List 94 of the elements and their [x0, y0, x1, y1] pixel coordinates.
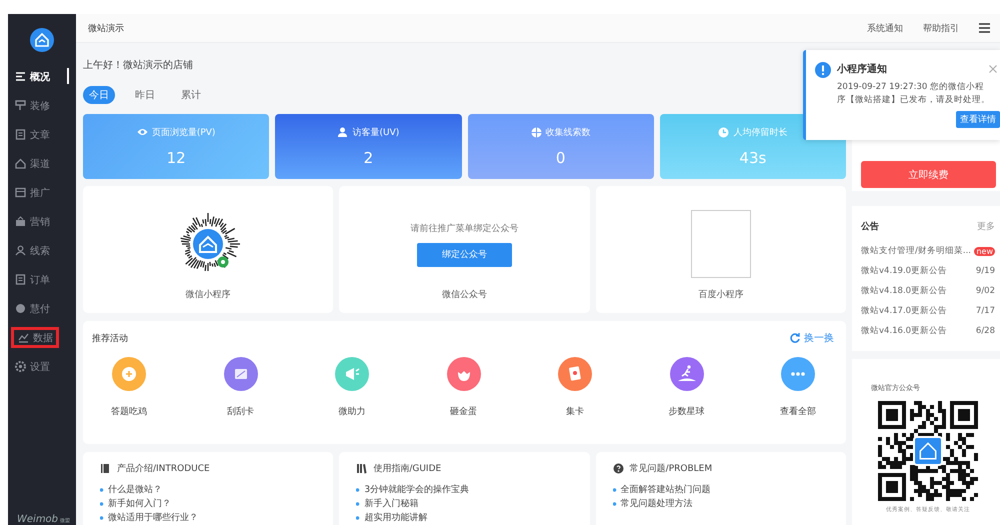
period-tab[interactable]: 昨日: [129, 86, 161, 104]
activity-label: 答题吃鸡: [111, 406, 147, 418]
activity-item[interactable]: 答题吃鸡: [99, 357, 159, 418]
activity-label: 微助力: [338, 406, 366, 418]
more-dots-icon: [781, 357, 815, 391]
board-icon: [15, 187, 26, 198]
view-details-button[interactable]: 查看详情: [956, 111, 1000, 128]
channel-label: 百度小程序: [698, 288, 744, 301]
line-chart-icon: [18, 332, 29, 343]
section-title: 公告: [861, 220, 879, 233]
announcement-link[interactable]: 微站v4.19.0更新公告: [861, 265, 948, 277]
announcement-link[interactable]: 微站v4.16.0更新公告: [861, 325, 948, 337]
sidebar-item[interactable]: 装修: [11, 95, 59, 116]
clock-icon: [718, 127, 730, 138]
running-figure-icon: [670, 357, 704, 391]
sidebar-item[interactable]: 渠道: [11, 153, 59, 174]
egg-icon: [446, 357, 480, 391]
announcement-date: 7/17: [976, 306, 995, 316]
book-icon: [100, 463, 111, 474]
announcement-link[interactable]: 微站v4.17.0更新公告: [861, 305, 948, 317]
globe-icon: [530, 127, 542, 138]
stat-value: 0: [556, 149, 566, 167]
header-link[interactable]: 系统通知: [867, 22, 903, 34]
activity-item[interactable]: 集卡: [545, 357, 605, 418]
announcement-date: 9/19: [976, 266, 995, 276]
section-title: 使用指南/GUIDE: [373, 462, 442, 475]
period-tab[interactable]: 今日: [83, 86, 115, 104]
stat-label: 收集线索数: [546, 126, 591, 139]
hint-text: 请前往推广菜单绑定公众号: [410, 222, 518, 234]
sidebar-item[interactable]: 订单: [11, 269, 59, 290]
stat-label: 页面浏览量(PV): [152, 126, 216, 139]
person-icon: [337, 127, 348, 138]
stat-value: 2: [364, 149, 374, 167]
sidebar-item[interactable]: 慧付: [11, 298, 59, 319]
gear-icon: [15, 361, 26, 372]
announcement-link[interactable]: 微站支付管理/财务明细菜...: [861, 245, 971, 257]
list-icon: [15, 71, 26, 82]
activity-label: 集卡: [566, 406, 584, 418]
question-icon: [612, 463, 624, 474]
books-icon: [356, 463, 368, 474]
sidebar-item[interactable]: 营销: [11, 211, 59, 232]
info-icon: [815, 62, 831, 78]
card-icon: [224, 357, 258, 391]
activity-item[interactable]: 砸金蛋: [434, 357, 494, 418]
stat-label: 访客量(UV): [352, 126, 400, 139]
refresh-link[interactable]: 换一换: [790, 331, 834, 345]
announcement-date: 9/02: [976, 286, 995, 296]
sidebar-item[interactable]: 设置: [11, 356, 59, 377]
gift-icon: [15, 216, 26, 227]
announcement-date: 6/28: [976, 326, 995, 336]
page-title: 微站演示: [88, 22, 124, 34]
activity-label: 刮刮卡: [227, 406, 254, 418]
document-icon: [15, 274, 26, 285]
renew-button[interactable]: 立即续费: [861, 161, 996, 188]
playing-card-icon: [558, 357, 592, 391]
section-title: 产品介绍/INTRODUCE: [117, 462, 210, 475]
activity-label: 查看全部: [780, 406, 816, 418]
greeting-text: 上午好！微站演示的店铺: [83, 58, 193, 72]
sidebar-item[interactable]: 推广: [11, 182, 59, 203]
house-logo-icon: [30, 28, 54, 52]
activity-item[interactable]: 刮刮卡: [210, 357, 270, 418]
notification-text: 2019-09-27 19:27:30 您的微信小程序【微站搭建】已发布，请及时处理。: [837, 81, 991, 107]
header-link[interactable]: 帮助指引: [923, 22, 959, 34]
person-icon: [15, 245, 26, 256]
blank-image-frame: [690, 210, 751, 278]
house-icon: [15, 158, 26, 169]
megaphone-icon: [335, 357, 369, 391]
stat-value: 12: [166, 149, 186, 167]
sidebar-item[interactable]: 线索: [11, 240, 59, 261]
stat-label: 人均停留时长: [733, 126, 788, 139]
sidebar-item[interactable]: 文章: [11, 124, 59, 145]
notification-title: 小程序通知: [837, 62, 888, 76]
channel-label: 微信公众号: [442, 288, 487, 301]
close-icon: [989, 65, 997, 73]
brush-icon: [15, 100, 26, 111]
channel-label: 微信小程序: [186, 288, 231, 301]
period-tab[interactable]: 累计: [175, 86, 207, 104]
new-badge: new: [974, 246, 995, 256]
section-title: 常见问题/PROBLEM: [630, 462, 712, 475]
activity-label: 砸金蛋: [450, 406, 477, 418]
bind-account-button[interactable]: 绑定公众号: [416, 242, 512, 266]
stat-value: 43s: [739, 149, 766, 167]
announcement-link[interactable]: 微站v4.18.0更新公告: [861, 285, 948, 297]
activity-item[interactable]: 查看全部: [768, 357, 828, 418]
refresh-icon: [790, 333, 800, 343]
section-title: 推荐活动: [92, 332, 128, 344]
brand-logo-text: Weimob: [17, 514, 58, 525]
menu-icon[interactable]: [979, 23, 990, 33]
document-icon: [15, 129, 26, 140]
eye-icon: [136, 127, 148, 138]
activity-item[interactable]: 步数星球: [656, 357, 716, 418]
activity-label: 步数星球: [668, 406, 704, 418]
sidebar-item[interactable]: 数据: [11, 327, 59, 348]
activity-item[interactable]: 微助力: [322, 357, 382, 418]
